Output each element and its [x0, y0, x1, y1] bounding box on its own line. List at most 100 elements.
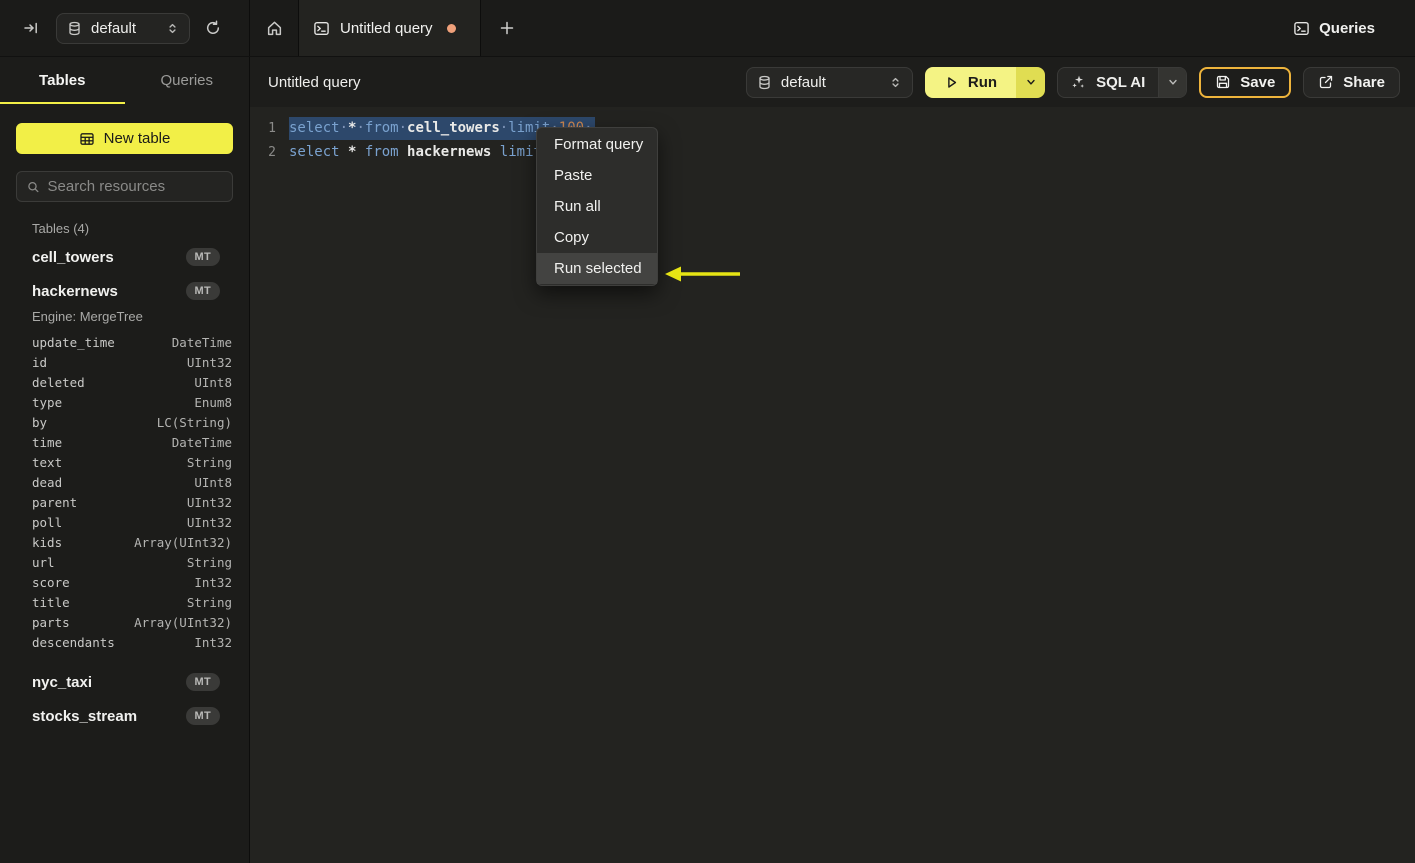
table-engine-label: Engine: MergeTree [0, 307, 249, 332]
updown-icon [889, 76, 902, 89]
sql-editor[interactable]: 1select·*·from·cell_towers·limit·100·2se… [250, 107, 1415, 863]
topbar-database-selector[interactable]: default [56, 13, 190, 44]
line-number: 1 [250, 121, 276, 136]
engine-badge: MT [186, 673, 220, 691]
query-header: Untitled query default Run [250, 57, 1415, 107]
menu-item[interactable]: Run selected [537, 253, 657, 284]
column-type: LC(String) [157, 415, 232, 430]
column-type: UInt8 [194, 475, 232, 490]
tables-list: cell_towersMThackernewsMTEngine: MergeTr… [0, 241, 249, 732]
terminal-icon [313, 20, 330, 37]
column-type: UInt32 [187, 495, 232, 510]
play-icon [944, 75, 959, 90]
whitespace-dot: · [356, 120, 364, 136]
code-line[interactable]: 2select * from hackernews limit [250, 140, 1415, 164]
column-name: poll [32, 515, 62, 530]
column-name: parts [32, 615, 70, 630]
query-database-selector[interactable]: default [746, 67, 913, 98]
menu-item[interactable]: Paste [537, 160, 657, 191]
token-kw: from [365, 120, 399, 136]
table-row[interactable]: stocks_streamMT [0, 700, 249, 732]
search-input[interactable] [48, 178, 222, 195]
code-line[interactable]: 1select·*·from·cell_towers·limit·100· [250, 116, 1415, 140]
column-type: Int32 [194, 575, 232, 590]
column-type: DateTime [172, 335, 232, 350]
queries-button[interactable]: Queries [1293, 20, 1375, 37]
token-kw: select [289, 144, 340, 160]
unsaved-changes-dot [447, 24, 456, 33]
top-bar: default Untitled query [0, 0, 1415, 57]
column-name: type [32, 395, 62, 410]
sql-ai-button-group: SQL AI [1057, 67, 1187, 98]
sidebar-tab-tables[interactable]: Tables [0, 57, 125, 104]
new-table-button[interactable]: New table [16, 123, 233, 154]
table-row[interactable]: cell_towers MT [0, 241, 249, 273]
column-row: kidsArray(UInt32) [0, 532, 249, 552]
column-type: Array(UInt32) [134, 615, 232, 630]
tab-untitled-query[interactable]: Untitled query [298, 0, 481, 56]
column-row: titleString [0, 592, 249, 612]
menu-item[interactable]: Run all [537, 191, 657, 222]
column-type: Array(UInt32) [134, 535, 232, 550]
column-row: dead UInt8 [0, 472, 249, 492]
share-label: Share [1343, 74, 1385, 91]
database-icon [67, 21, 82, 36]
tab-home[interactable] [250, 0, 298, 56]
column-name: id [32, 355, 47, 370]
header-controls: default Run [746, 67, 1415, 98]
engine-badge: MT [186, 282, 220, 300]
engine-badge: MT [186, 248, 220, 266]
table-name: stocks_stream [32, 708, 137, 725]
refresh-button[interactable] [198, 13, 228, 43]
annotation-arrow [662, 263, 744, 285]
new-tab-button[interactable] [481, 0, 533, 56]
column-row: parts Array(UInt32) [0, 612, 249, 632]
sql-ai-options-button[interactable] [1158, 68, 1186, 97]
queries-label: Queries [1319, 20, 1375, 37]
save-label: Save [1240, 74, 1275, 91]
token-op: * [348, 144, 356, 160]
menu-item[interactable]: Copy [537, 222, 657, 253]
column-name: title [32, 595, 70, 610]
sql-ai-button[interactable]: SQL AI [1058, 68, 1158, 97]
column-name: deleted [32, 375, 85, 390]
column-row: textString [0, 452, 249, 472]
whitespace-dot: · [340, 120, 348, 136]
share-button[interactable]: Share [1303, 67, 1400, 98]
column-row: update_time DateTime [0, 332, 249, 352]
run-options-button[interactable] [1016, 67, 1045, 98]
database-icon [757, 75, 772, 90]
column-row: typeEnum8 [0, 392, 249, 412]
sidebar-tab-queries[interactable]: Queries [125, 57, 250, 104]
column-name: update_time [32, 335, 115, 350]
column-name: dead [32, 475, 62, 490]
plus-icon [499, 20, 515, 36]
query-title: Untitled query [268, 74, 361, 91]
updown-icon [166, 22, 179, 35]
topbar-database-value: default [91, 20, 136, 37]
save-button[interactable]: Save [1199, 67, 1291, 98]
whitespace-dot: · [500, 120, 508, 136]
context-menu: Format queryPasteRun allCopyRun selected [536, 127, 658, 286]
column-name: by [32, 415, 47, 430]
table-row[interactable]: hackernewsMT [0, 275, 249, 307]
table-row[interactable]: nyc_taxiMT [0, 666, 249, 698]
collapse-sidebar-button[interactable] [16, 13, 46, 43]
search-box[interactable] [16, 171, 233, 202]
column-name: score [32, 575, 70, 590]
table-name: cell_towers [32, 249, 114, 266]
run-button[interactable]: Run [925, 67, 1016, 98]
column-row: pollUInt32 [0, 512, 249, 532]
column-row: parentUInt32 [0, 492, 249, 512]
sql-ai-label: SQL AI [1096, 74, 1145, 91]
whitespace-dot: · [399, 120, 407, 136]
sparkles-icon [1071, 74, 1087, 90]
query-database-value: default [781, 74, 826, 91]
chevron-down-icon [1025, 76, 1037, 88]
column-type: DateTime [172, 435, 232, 450]
column-row: urlString [0, 552, 249, 572]
menu-item[interactable]: Format query [537, 129, 657, 160]
search-icon [27, 180, 40, 194]
column-row: idUInt32 [0, 352, 249, 372]
topbar-left-section: default [0, 0, 250, 56]
